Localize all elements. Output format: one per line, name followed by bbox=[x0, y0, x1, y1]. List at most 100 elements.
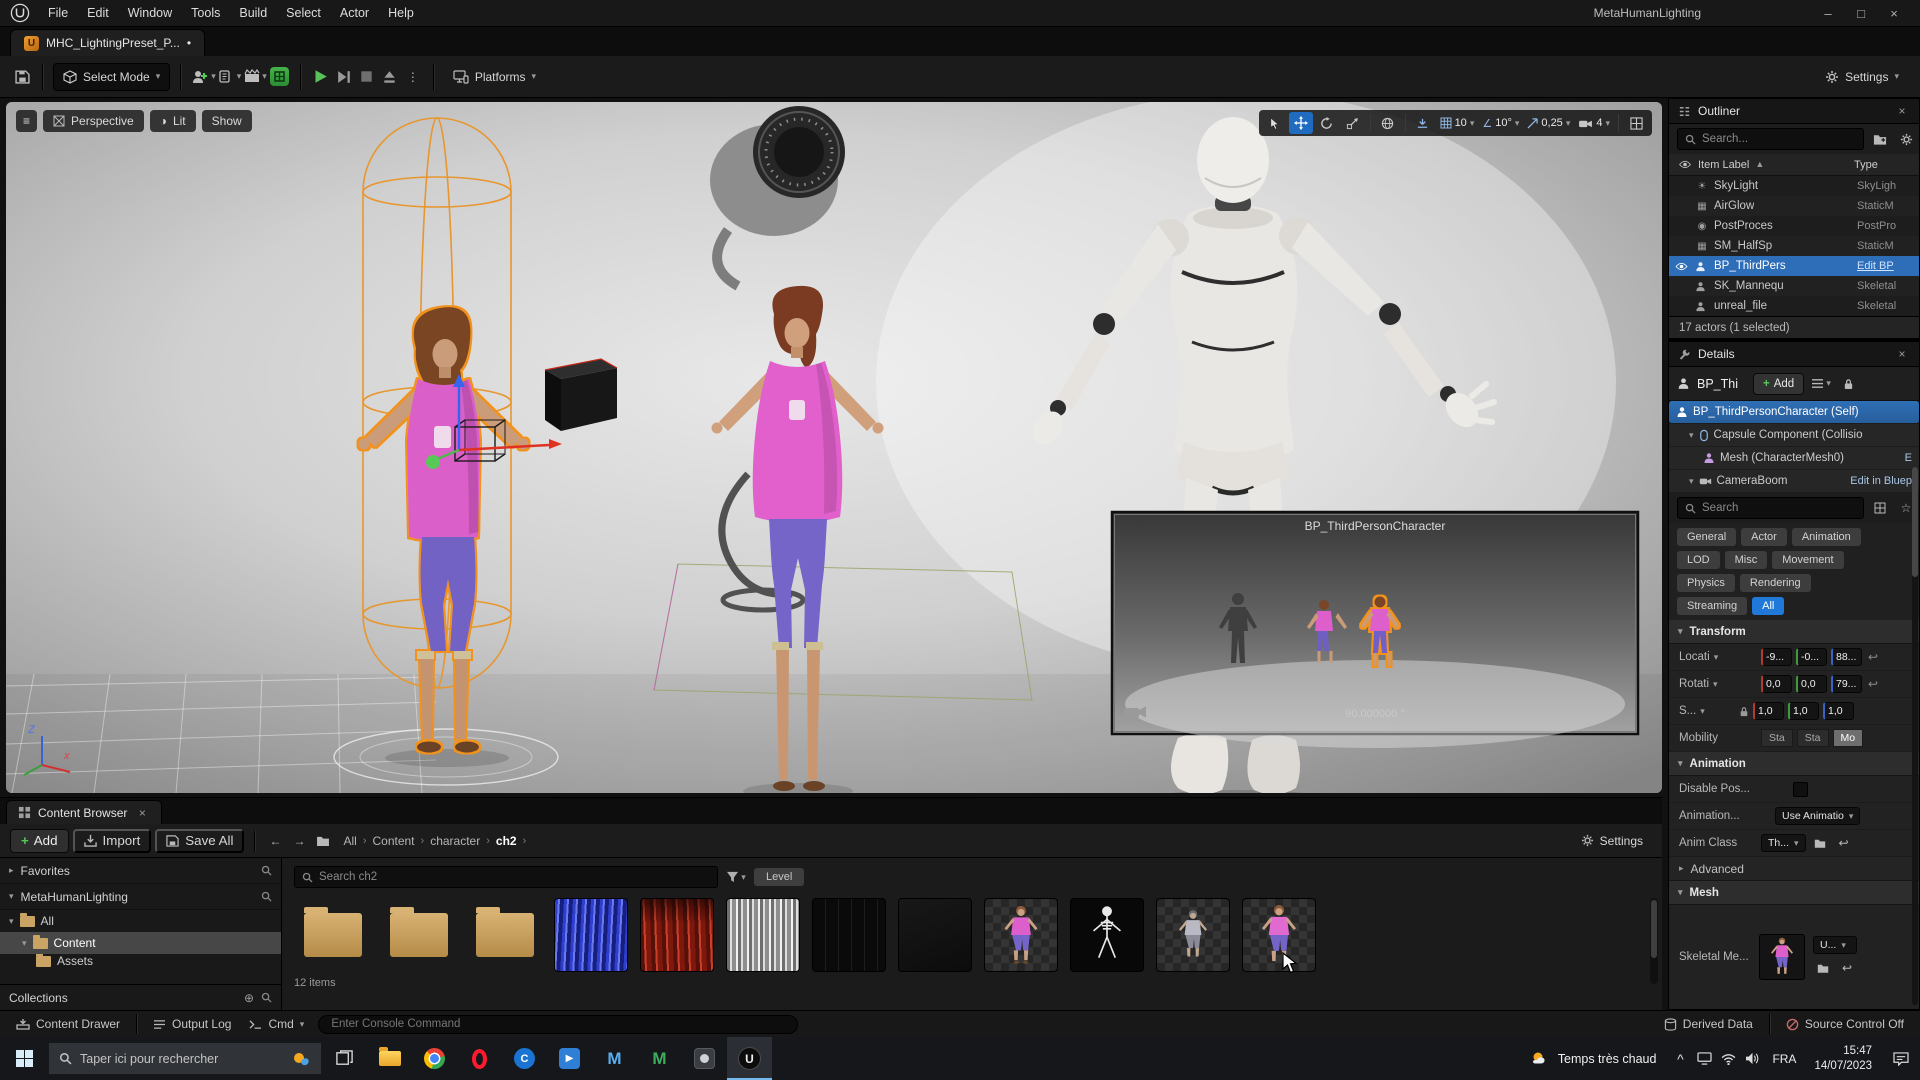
content-browser-tab[interactable]: Content Browser × bbox=[6, 800, 163, 824]
show-flags-button[interactable]: Show bbox=[201, 110, 252, 132]
details-tab[interactable]: Details bbox=[1698, 347, 1735, 361]
windows-search-bar[interactable] bbox=[48, 1042, 322, 1075]
lit-mode-button[interactable]: ◑ Lit bbox=[149, 110, 196, 132]
asset-character-blueprint[interactable] bbox=[1242, 898, 1316, 972]
content-drawer-button[interactable]: Content Drawer bbox=[8, 1011, 128, 1037]
taskbar-clock[interactable]: 15:47 14/07/2023 bbox=[1814, 1044, 1872, 1074]
mobility-stationary-button[interactable]: Sta bbox=[1796, 729, 1829, 747]
scale-y-field[interactable]: 1,0 bbox=[1788, 702, 1819, 720]
outliner-close-button[interactable]: × bbox=[1894, 104, 1910, 118]
favorites-section[interactable]: ▸ Favorites bbox=[0, 858, 281, 884]
tree-item-content[interactable]: ▾ Content bbox=[0, 932, 281, 954]
select-tool-button[interactable] bbox=[1263, 112, 1287, 134]
location-z-field[interactable]: 88... bbox=[1831, 648, 1862, 666]
rotation-snap-control[interactable]: ∠ 10° ▾ bbox=[1479, 112, 1522, 134]
viewport-3d[interactable]: ≡ Perspective ◑ Lit Show 10 ▾ ∠ 10° ▾ 0,… bbox=[6, 102, 1662, 793]
asset-skeleton[interactable] bbox=[1070, 898, 1144, 972]
asset-search-input[interactable] bbox=[319, 871, 710, 883]
edit-bp-link[interactable]: Edit BP bbox=[1857, 260, 1913, 272]
play-button[interactable] bbox=[311, 67, 331, 87]
surface-snap-button[interactable] bbox=[1411, 112, 1435, 134]
console-command-input[interactable] bbox=[318, 1014, 799, 1034]
rotation-label-dropdown[interactable]: Rotati ▾ bbox=[1679, 678, 1757, 690]
add-actor-button[interactable]: ▾ bbox=[191, 67, 216, 87]
unreal-logo-icon[interactable] bbox=[10, 3, 30, 23]
outliner-row-thirdperson-selected[interactable]: BP_ThirdPers Edit BP bbox=[1669, 256, 1919, 276]
menu-actor[interactable]: Actor bbox=[331, 2, 378, 24]
project-section[interactable]: ▾ MetaHumanLighting bbox=[0, 884, 281, 910]
menu-build[interactable]: Build bbox=[230, 2, 276, 24]
close-button[interactable]: × bbox=[1878, 6, 1910, 21]
location-x-field[interactable]: -9... bbox=[1761, 648, 1792, 666]
rotation-y-field[interactable]: 0,0 bbox=[1796, 675, 1827, 693]
cmd-dropdown[interactable]: Cmd ▾ bbox=[241, 1011, 312, 1037]
asset-texture-dark[interactable] bbox=[812, 898, 886, 972]
frame-skip-button[interactable] bbox=[334, 67, 354, 87]
mobility-movable-button[interactable]: Mo bbox=[1832, 729, 1864, 747]
asset-texture-black[interactable] bbox=[898, 898, 972, 972]
filter-rendering[interactable]: Rendering bbox=[1739, 574, 1811, 592]
outliner-row-skylight[interactable]: ☀ SkyLight SkyLigh bbox=[1669, 176, 1919, 196]
save-all-button[interactable]: Save All bbox=[155, 828, 245, 853]
search-icon[interactable] bbox=[261, 891, 272, 902]
menu-window[interactable]: Window bbox=[119, 2, 181, 24]
folder-item[interactable] bbox=[382, 898, 456, 972]
outliner-add-folder-button[interactable] bbox=[1870, 129, 1890, 149]
eye-icon[interactable] bbox=[1675, 262, 1688, 271]
mesh-section-header[interactable]: ▾ Mesh bbox=[1669, 881, 1919, 905]
folder-item[interactable] bbox=[468, 898, 542, 972]
add-collection-icon[interactable]: ⊕ bbox=[244, 991, 254, 1005]
outliner-searchbox[interactable] bbox=[1677, 128, 1864, 150]
filter-all[interactable]: All bbox=[1752, 597, 1785, 615]
cinematics-button[interactable]: ▾ bbox=[244, 67, 267, 87]
outliner-settings-button[interactable] bbox=[1896, 129, 1916, 149]
asset-tab[interactable]: U MHC_LightingPreset_P... • bbox=[10, 29, 206, 56]
scale-z-field[interactable]: 1,0 bbox=[1823, 702, 1854, 720]
scale-tool-button[interactable] bbox=[1341, 112, 1365, 134]
world-space-button[interactable] bbox=[1376, 112, 1400, 134]
maximize-button[interactable]: □ bbox=[1845, 6, 1877, 21]
asset-searchbox[interactable] bbox=[294, 866, 718, 888]
menu-tools[interactable]: Tools bbox=[182, 2, 229, 24]
use-selected-asset-button[interactable]: ↩ bbox=[1834, 833, 1854, 853]
filter-actor[interactable]: Actor bbox=[1741, 528, 1787, 546]
edit-in-blueprint-link[interactable]: Edit in Bluep bbox=[1850, 475, 1912, 487]
file-explorer-icon[interactable] bbox=[367, 1037, 412, 1080]
eject-button[interactable] bbox=[380, 67, 400, 87]
details-search-input[interactable] bbox=[1702, 502, 1856, 514]
weather-widget[interactable]: Temps très chaud bbox=[1518, 1037, 1669, 1080]
outliner-row-mannequin[interactable]: SK_Mannequ Skeletal bbox=[1669, 276, 1919, 296]
filter-lod[interactable]: LOD bbox=[1677, 551, 1720, 569]
add-asset-button[interactable]: + Add bbox=[10, 828, 69, 853]
outliner-column-header[interactable]: Item Label ▲ Type bbox=[1669, 154, 1919, 176]
tray-expand-button[interactable]: ^ bbox=[1668, 1051, 1692, 1067]
details-scrollbar[interactable] bbox=[1912, 467, 1918, 1005]
details-searchbox[interactable] bbox=[1677, 497, 1864, 519]
animation-mode-dropdown[interactable]: Use Animatio ▾ bbox=[1775, 807, 1861, 825]
location-label-dropdown[interactable]: Locati ▾ bbox=[1679, 651, 1757, 663]
advanced-expander[interactable]: ▸ Advanced bbox=[1669, 857, 1919, 881]
notification-center-button[interactable] bbox=[1882, 1037, 1920, 1080]
metahuman-plugin-button[interactable] bbox=[270, 67, 290, 87]
skeletal-mesh-thumbnail[interactable] bbox=[1759, 934, 1805, 980]
content-browser-close-button[interactable]: × bbox=[134, 806, 150, 820]
chrome-icon[interactable] bbox=[412, 1037, 457, 1080]
mesh-use-selected-button[interactable]: ↩ bbox=[1837, 958, 1857, 978]
transform-section-header[interactable]: ▾ Transform bbox=[1669, 620, 1919, 644]
folder-tree-toggle-button[interactable] bbox=[313, 831, 333, 851]
mesh-browse-button[interactable] bbox=[1813, 958, 1833, 978]
import-button[interactable]: Import bbox=[72, 828, 152, 853]
opera-icon[interactable] bbox=[457, 1037, 502, 1080]
component-row-mesh[interactable]: Mesh (CharacterMesh0) E bbox=[1669, 447, 1919, 470]
network-tray-icon[interactable] bbox=[1716, 1053, 1740, 1065]
camera-box-actor[interactable] bbox=[544, 358, 618, 431]
search-icon[interactable] bbox=[261, 865, 272, 876]
derived-data-button[interactable]: Derived Data bbox=[1656, 1011, 1761, 1037]
windows-search-input[interactable] bbox=[80, 1051, 283, 1066]
disable-postprocess-checkbox[interactable] bbox=[1793, 781, 1808, 797]
source-control-button[interactable]: Source Control Off bbox=[1778, 1011, 1912, 1037]
breadcrumb-content[interactable]: Content bbox=[372, 834, 414, 848]
folder-item[interactable] bbox=[296, 898, 370, 972]
maximize-viewport-button[interactable] bbox=[1624, 112, 1648, 134]
app-c-icon[interactable]: C bbox=[502, 1037, 547, 1080]
